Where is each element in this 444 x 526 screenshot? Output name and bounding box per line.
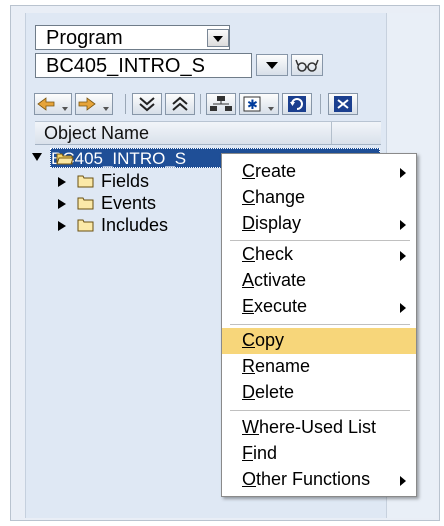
menu-separator (230, 324, 410, 325)
close-icon (334, 96, 352, 112)
double-chevron-down-icon (139, 97, 155, 112)
menu-item-label: ind (253, 443, 278, 463)
menu-item-rename[interactable]: Rename (222, 354, 416, 380)
open-folder-icon (56, 153, 74, 165)
menu-item-mnemonic: C (242, 330, 255, 350)
menu-item-label: opy (255, 330, 285, 350)
menu-item-activate[interactable]: Activate (222, 268, 416, 294)
double-chevron-up-icon (172, 96, 188, 111)
menu-item-mnemonic: E (242, 296, 255, 316)
menu-item-label: ename (255, 356, 311, 376)
tree-item[interactable]: Includes (55, 215, 215, 237)
arrow-right-icon (78, 97, 109, 111)
expand-arrow-icon[interactable] (32, 153, 42, 161)
menu-item-mnemonic: C (242, 187, 255, 207)
submenu-arrow-icon (400, 251, 406, 261)
menu-separator (230, 240, 410, 241)
menu-item-delete[interactable]: Delete (222, 380, 416, 406)
hierarchy-icon (210, 96, 232, 111)
object-name-field[interactable]: BC405_INTRO_S (35, 53, 252, 78)
collapse-button[interactable] (132, 93, 162, 115)
star-icon: ✱ (243, 96, 274, 113)
menu-item-mnemonic: W (242, 417, 259, 437)
tree-root-row[interactable] (30, 148, 50, 170)
object-type-select[interactable]: Program (35, 25, 230, 50)
toolbar-separator (200, 94, 201, 114)
glasses-icon (295, 59, 319, 72)
menu-item-mnemonic: C (242, 161, 255, 181)
menu-item-mnemonic: O (242, 469, 257, 489)
close-button[interactable] (328, 93, 358, 115)
context-menu: Create Change Display Check Activate Exe… (221, 153, 417, 497)
submenu-arrow-icon (400, 220, 406, 230)
folder-icon (77, 175, 94, 188)
menu-item-other-functions[interactable]: Other Functions (222, 467, 416, 493)
back-button[interactable] (34, 93, 72, 115)
menu-item-display[interactable]: Display (222, 211, 416, 237)
tree-item-label: Events (101, 193, 157, 213)
refresh-button[interactable] (282, 93, 312, 115)
refresh-icon (288, 96, 306, 112)
menu-item-label: ctivate (254, 270, 307, 290)
tree-item-label: Includes (101, 215, 169, 235)
toolbar-separator (320, 94, 321, 114)
toolbar-separator (125, 94, 126, 114)
svg-text:✱: ✱ (247, 98, 258, 113)
display-object-button[interactable]: ✱ (239, 93, 279, 115)
menu-item-mnemonic: R (242, 356, 255, 376)
submenu-arrow-icon (400, 476, 406, 486)
menu-item-mnemonic: D (242, 382, 255, 402)
menu-item-copy[interactable]: Copy (222, 328, 416, 354)
expand-arrow-icon[interactable] (58, 199, 66, 209)
menu-item-find[interactable]: Find (222, 441, 416, 467)
menu-item-label: reate (255, 161, 297, 181)
column-divider[interactable] (331, 122, 332, 144)
display-glasses-button[interactable] (291, 54, 323, 76)
tree-item-label: Fields (101, 171, 150, 191)
expand-arrow-icon[interactable] (58, 221, 66, 231)
menu-item-label: isplay (255, 213, 302, 233)
folder-icon (77, 197, 94, 210)
submenu-arrow-icon (400, 303, 406, 313)
folder-icon (77, 219, 94, 232)
object-type-value: Program (46, 27, 123, 49)
menu-item-label: elete (255, 382, 295, 402)
forward-button[interactable] (75, 93, 113, 115)
object-name-column-header[interactable]: Object Name (35, 121, 381, 145)
menu-item-mnemonic: F (242, 443, 253, 463)
menu-separator (230, 410, 410, 411)
menu-item-mnemonic: A (242, 270, 255, 290)
menu-item-where-used-list[interactable]: Where-Used List (222, 415, 416, 441)
menu-item-label: hange (255, 187, 306, 207)
object-name-dropdown-button[interactable] (256, 54, 288, 76)
arrow-left-icon (37, 97, 68, 111)
expand-button[interactable] (165, 93, 195, 115)
menu-item-create[interactable]: Create (222, 159, 416, 185)
menu-item-execute[interactable]: Execute (222, 294, 416, 320)
expand-arrow-icon[interactable] (58, 177, 66, 187)
menu-item-mnemonic: C (242, 244, 255, 264)
menu-item-label: ther Functions (256, 469, 371, 489)
dropdown-arrow-icon[interactable] (207, 29, 229, 47)
menu-item-label: xecute (254, 296, 308, 316)
tree-item[interactable]: Fields (55, 171, 215, 193)
column-header-label: Object Name (44, 123, 150, 143)
menu-item-change[interactable]: Change (222, 185, 416, 211)
tree-item[interactable]: Events (55, 193, 215, 215)
menu-item-mnemonic: D (242, 213, 255, 233)
submenu-arrow-icon (400, 168, 406, 178)
hierarchy-button[interactable] (206, 93, 236, 115)
object-name-value: BC405_INTRO_S (46, 55, 205, 77)
menu-item-check[interactable]: Check (222, 242, 416, 268)
menu-item-label: here-Used List (259, 417, 377, 437)
menu-item-label: heck (255, 244, 294, 264)
